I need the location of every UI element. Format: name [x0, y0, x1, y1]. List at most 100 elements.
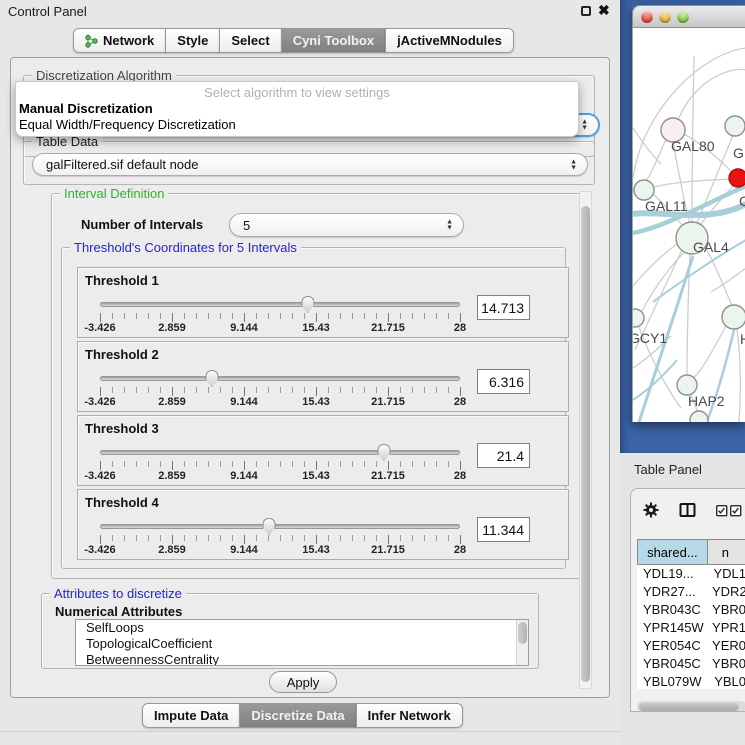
cell-name[interactable]: YER0 [706, 637, 745, 655]
number-of-intervals-spinner[interactable]: 5 ▲▼ [229, 213, 464, 237]
gear-icon[interactable] [643, 502, 659, 518]
threshold-1-value-field[interactable]: 14.713 [477, 295, 530, 320]
numerical-attributes-list[interactable]: SelfLoops TopologicalCoefficient Between… [75, 619, 529, 666]
cell-shared-name[interactable]: YBR043C [637, 601, 706, 619]
table-row[interactable]: YBR043C YBR0 [637, 601, 745, 619]
table-row[interactable]: YPR145W YPR1 [637, 619, 745, 637]
right-side: GAL80 G. C GAL11 GAL4 GCY1 H HAP2 Table … [620, 0, 745, 745]
scale-label: 28 [454, 470, 466, 482]
split-columns-icon[interactable] [679, 502, 696, 518]
cell-shared-name[interactable]: YER054C [637, 637, 706, 655]
tab-style-label: Style [177, 29, 208, 53]
cell-name[interactable]: YBR0 [706, 655, 745, 673]
cell-name[interactable]: YDR2 [706, 583, 745, 601]
tab-network[interactable]: Network [73, 28, 166, 53]
tab-impute-data[interactable]: Impute Data [142, 703, 240, 728]
tab-discretize-data[interactable]: Discretize Data [239, 703, 356, 728]
cell-shared-name[interactable]: YDL19... [637, 565, 707, 583]
cell-name[interactable]: YBL0 [708, 673, 745, 689]
table-row[interactable]: YDR27... YDR2 [637, 583, 745, 601]
scale-label: 9.144 [230, 396, 258, 408]
control-panel: Control Panel ✖ Network Style Sel [0, 0, 620, 745]
scale-label: 21.715 [371, 322, 405, 334]
threshold-2-value-field[interactable]: 6.316 [477, 369, 530, 394]
cell-name[interactable]: YBR0 [706, 601, 745, 619]
tab-select[interactable]: Select [219, 28, 281, 53]
node-g[interactable] [725, 116, 745, 136]
list-item[interactable]: BetweennessCentrality [76, 652, 528, 666]
node-red-selected[interactable] [729, 169, 745, 187]
tab-select-label: Select [231, 29, 269, 53]
cell-name[interactable]: YPR1 [706, 619, 745, 637]
table-header-row: shared... n [637, 539, 745, 565]
algorithm-option-equal-width[interactable]: Equal Width/Frequency Discretization [19, 117, 236, 132]
scale-label: -3.426 [84, 544, 115, 556]
node-gcy1[interactable] [633, 309, 644, 327]
attributes-group-title: Attributes to discretize [50, 586, 186, 601]
node-gal11[interactable] [634, 180, 654, 200]
scale-label: 21.715 [371, 396, 405, 408]
list-item[interactable]: TopologicalCoefficient [76, 636, 528, 652]
table-data-select[interactable]: galFiltered.sif default node ▲▼ [32, 153, 588, 176]
tab-infer-network-label: Infer Network [368, 704, 451, 728]
settings-scrollbar-thumb[interactable] [581, 206, 590, 682]
cell-shared-name[interactable]: YBL079W [637, 673, 708, 689]
apply-button[interactable]: Apply [269, 671, 337, 693]
threshold-1-slider-thumb[interactable] [301, 296, 314, 313]
settings-scrollbar[interactable] [579, 191, 592, 689]
node-label-c: C [739, 193, 745, 209]
tab-discretize-data-label: Discretize Data [251, 704, 344, 728]
table-horizontal-scrollbar-thumb[interactable] [639, 703, 739, 711]
scale-label: 28 [454, 322, 466, 334]
minimize-traffic-light-icon[interactable] [659, 11, 671, 23]
tab-jactivemnodules[interactable]: jActiveMNodules [385, 28, 514, 53]
node-bottom-partial[interactable] [690, 411, 708, 422]
column-header-name[interactable]: n [708, 540, 745, 565]
close-traffic-light-icon[interactable] [641, 11, 653, 23]
attributes-list-scrollbar-thumb[interactable] [518, 622, 527, 644]
float-window-icon[interactable] [581, 6, 591, 16]
close-icon[interactable]: ✖ [598, 2, 610, 19]
threshold-2-major-ticks [100, 387, 461, 396]
cell-name[interactable]: YDL1 [707, 565, 745, 583]
attributes-list-scrollbar[interactable] [516, 620, 528, 665]
node-label-gal80: GAL80 [671, 138, 715, 154]
checkbox-columns-icon[interactable] [716, 505, 742, 517]
node-hap2[interactable] [677, 375, 697, 395]
algorithm-option-manual[interactable]: Manual Discretization [19, 101, 153, 116]
zoom-traffic-light-icon[interactable] [677, 11, 689, 23]
table-horizontal-scrollbar[interactable] [637, 701, 745, 712]
table-row[interactable]: YER054C YER0 [637, 637, 745, 655]
threshold-1-slider[interactable] [100, 302, 460, 307]
tab-cyni-toolbox[interactable]: Cyni Toolbox [281, 28, 386, 53]
threshold-3-value-field[interactable]: 21.4 [477, 443, 530, 468]
threshold-3-slider-thumb[interactable] [377, 444, 390, 461]
table-row[interactable]: YDL19... YDL1 [637, 565, 745, 583]
threshold-4-slider[interactable] [100, 524, 460, 529]
list-item[interactable]: SelfLoops [76, 620, 528, 636]
threshold-2-slider-thumb[interactable] [205, 370, 218, 387]
threshold-1-label: Threshold 1 [85, 273, 159, 288]
scale-label: 15.43 [302, 544, 330, 556]
tab-infer-network[interactable]: Infer Network [356, 703, 463, 728]
column-header-shared-name[interactable]: shared... [637, 540, 708, 565]
tab-jactivemnodules-label: jActiveMNodules [397, 29, 502, 53]
table-row[interactable]: YBL079W YBL0 [637, 673, 745, 689]
threshold-4-slider-thumb[interactable] [263, 518, 276, 535]
table-row[interactable]: YBR045C YBR0 [637, 655, 745, 673]
cell-shared-name[interactable]: YDR27... [637, 583, 706, 601]
threshold-4-value-field[interactable]: 11.344 [477, 517, 530, 542]
cell-shared-name[interactable]: YBR045C [637, 655, 706, 673]
network-canvas[interactable]: GAL80 G. C GAL11 GAL4 GCY1 H HAP2 [632, 28, 745, 422]
threshold-3-slider[interactable] [100, 450, 460, 455]
tab-style[interactable]: Style [165, 28, 220, 53]
network-view-window[interactable]: GAL80 G. C GAL11 GAL4 GCY1 H HAP2 [632, 5, 745, 422]
threshold-4-label: Threshold 4 [85, 495, 159, 510]
threshold-2-label: Threshold 2 [85, 347, 159, 362]
scale-label: 15.43 [302, 396, 330, 408]
cell-shared-name[interactable]: YPR145W [637, 619, 706, 637]
number-of-intervals-label: Number of Intervals [81, 217, 203, 232]
node-h[interactable] [722, 305, 745, 329]
network-window-titlebar[interactable] [632, 5, 745, 28]
threshold-2-slider[interactable] [100, 376, 460, 381]
